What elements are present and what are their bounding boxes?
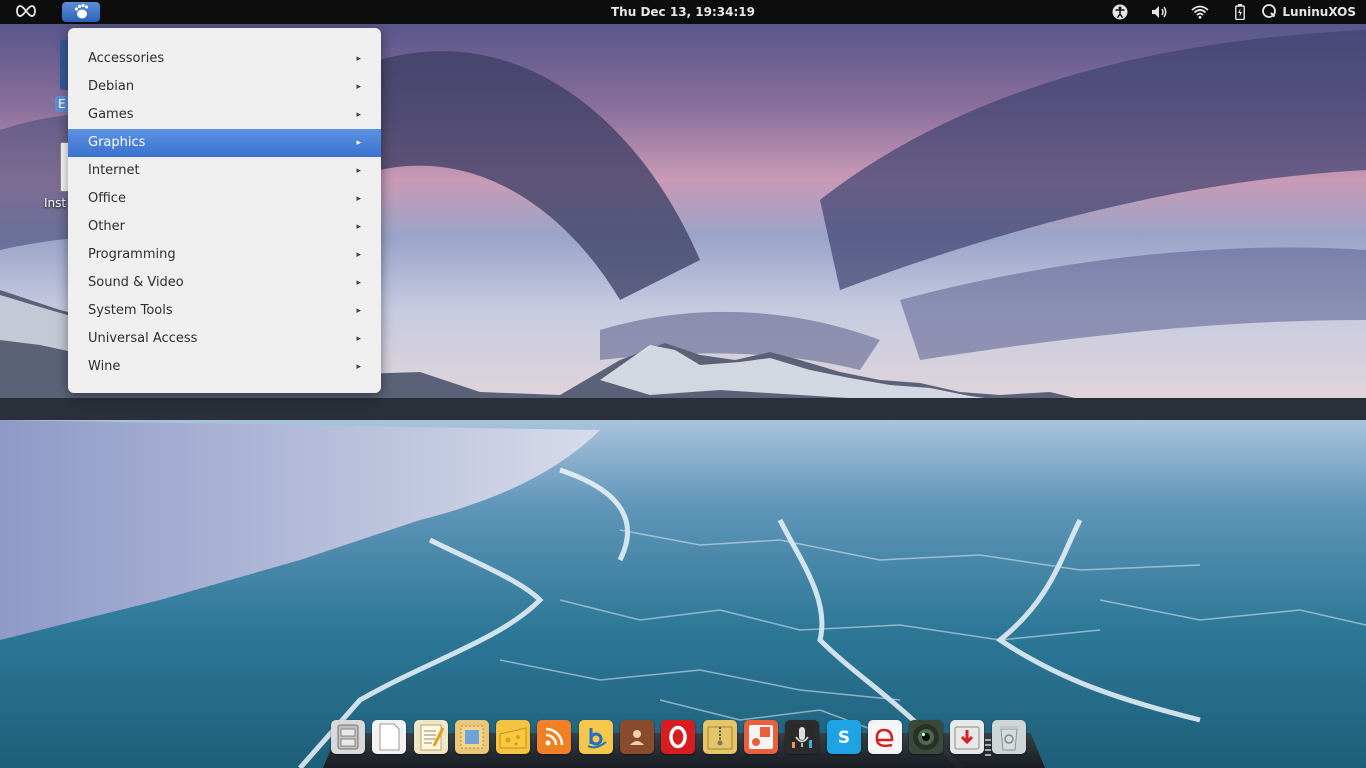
trash-icon [992,720,1026,754]
photo-app-icon [744,720,778,754]
menu-item-graphics[interactable]: Graphics ▸ [68,129,381,157]
system-tray: LuninuXOS [1100,0,1356,24]
submenu-arrow-icon: ▸ [356,110,361,120]
volume-icon[interactable] [1140,0,1180,24]
submenu-arrow-icon: ▸ [356,362,361,372]
dock-items: S [331,720,1033,756]
menu-item-label: Accessories [88,51,165,66]
opera-icon [661,720,695,754]
dock-launcher-install[interactable] [950,720,985,754]
submenu-arrow-icon: ▸ [356,250,361,260]
menu-item-label: Games [88,107,134,122]
menu-item-label: Wine [88,359,121,374]
menu-item-games[interactable]: Games ▸ [68,101,381,129]
wifi-icon[interactable] [1180,0,1220,24]
dock-launcher-archive[interactable] [702,720,737,754]
menu-item-internet[interactable]: Internet ▸ [68,157,381,185]
dock: S [323,717,1045,768]
file-cabinet-icon [331,720,365,754]
menu-item-label: Graphics [88,135,146,150]
menu-item-debian[interactable]: Debian ▸ [68,73,381,101]
archive-icon [703,720,737,754]
dock-launcher-rss-feed[interactable] [537,720,572,754]
e-browser-icon [868,720,902,754]
menu-item-accessories[interactable]: Accessories ▸ [68,45,381,73]
applications-menu: Accessories ▸ Debian ▸ Games ▸ Graphics … [68,28,381,393]
gnome-foot-icon [72,3,90,22]
menu-item-label: Debian [88,79,135,94]
submenu-arrow-icon: ▸ [356,54,361,64]
dock-launcher-trash[interactable] [991,720,1026,754]
menu-item-office[interactable]: Office ▸ [68,185,381,213]
blank-document-icon [372,720,406,754]
session-icon [1262,3,1277,21]
menu-item-programming[interactable]: Programming ▸ [68,241,381,269]
submenu-arrow-icon: ▸ [356,138,361,148]
dock-launcher-cheese[interactable] [496,720,531,754]
dock-launcher-camera-lens[interactable] [909,720,944,754]
dock-launcher-address-book[interactable] [620,720,655,754]
submenu-arrow-icon: ▸ [356,278,361,288]
submenu-arrow-icon: ▸ [356,194,361,204]
dock-launcher-text-editor[interactable] [413,720,448,754]
submenu-arrow-icon: ▸ [356,166,361,176]
submenu-arrow-icon: ▸ [356,222,361,232]
skype-icon: S [827,720,861,754]
b-app-icon [579,720,613,754]
menu-item-label: Sound & Video [88,275,184,290]
dock-launcher-skype[interactable]: S [826,720,861,754]
panel-left [14,0,38,24]
panel-clock[interactable]: Thu Dec 13, 19:34:19 [611,5,755,19]
submenu-arrow-icon: ▸ [356,306,361,316]
dock-separator [985,739,991,761]
microphone-icon [785,720,819,754]
dock-launcher-mail-stamp[interactable] [454,720,489,754]
menu-item-label: Office [88,191,126,206]
infinity-icon[interactable] [14,4,38,21]
camera-lens-icon [909,720,943,754]
menu-item-other[interactable]: Other ▸ [68,213,381,241]
dock-launcher-microphone[interactable] [785,720,820,754]
accessibility-icon[interactable] [1100,0,1140,24]
dock-launcher-photo-app[interactable] [743,720,778,754]
dock-launcher-file-cabinet[interactable] [331,720,365,754]
menu-item-label: Internet [88,163,140,178]
menu-item-sound-video[interactable]: Sound & Video ▸ [68,269,381,297]
menu-item-label: Other [88,219,125,234]
submenu-arrow-icon: ▸ [356,334,361,344]
menu-item-wine[interactable]: Wine ▸ [68,353,381,381]
menu-item-label: System Tools [88,303,173,318]
install-icon [950,720,984,754]
applications-menu-button[interactable] [62,2,100,22]
dock-launcher-b-app[interactable] [578,720,613,754]
dock-launcher-e-browser[interactable] [867,720,902,754]
menu-item-label: Universal Access [88,331,198,346]
menu-item-universal-access[interactable]: Universal Access ▸ [68,325,381,353]
dock-launcher-blank-document[interactable] [372,720,407,754]
session-menu[interactable]: LuninuXOS [1262,3,1356,21]
cheese-icon [496,720,530,754]
address-book-icon [620,720,654,754]
text-editor-icon [414,720,448,754]
top-panel: Thu Dec 13, 19:34:19 LuninuXOS [0,0,1366,24]
mail-stamp-icon [455,720,489,754]
session-name: LuninuXOS [1282,5,1356,19]
menu-item-system-tools[interactable]: System Tools ▸ [68,297,381,325]
desktop-icon-install[interactable]: Inst [42,140,71,212]
menu-item-label: Programming [88,247,176,262]
svg-text:S: S [837,728,849,748]
desktop-icon-label: Inst [44,196,67,210]
battery-icon[interactable] [1220,0,1260,24]
dock-launcher-opera[interactable] [661,720,696,754]
submenu-arrow-icon: ▸ [356,82,361,92]
rss-feed-icon [537,720,571,754]
